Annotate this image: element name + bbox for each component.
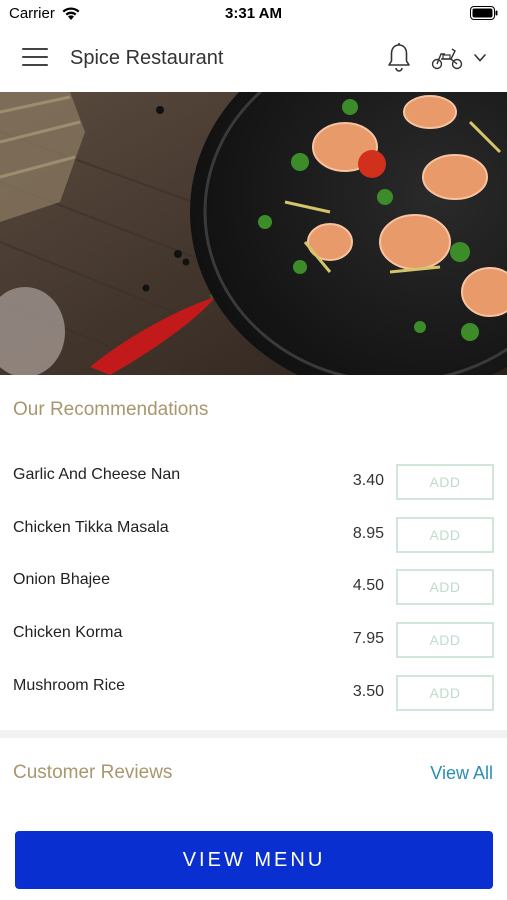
app-header: Spice Restaurant	[0, 28, 507, 92]
bell-icon[interactable]	[386, 42, 412, 74]
menu-item-row: Garlic And Cheese Nan 3.40 ADD	[0, 464, 507, 504]
battery-icon	[470, 6, 498, 20]
menu-item-price: 3.50	[352, 683, 384, 700]
hero-food-image	[0, 92, 507, 375]
menu-item-name: Chicken Korma	[13, 624, 123, 641]
add-to-cart-button[interactable]: ADD	[396, 517, 494, 553]
menu-item-price: 4.50	[352, 577, 384, 594]
hero-food-illustration	[0, 92, 507, 375]
menu-item-row: Mushroom Rice 3.50 ADD	[0, 675, 507, 715]
menu-item-name: Garlic And Cheese Nan	[13, 466, 181, 483]
menu-item-row: Chicken Korma 7.95 ADD	[0, 622, 507, 662]
scooter-icon[interactable]	[431, 45, 463, 71]
view-all-reviews-link[interactable]: View All	[430, 763, 493, 784]
menu-item-name: Onion Bhajee	[13, 571, 110, 588]
menu-item-row: Onion Bhajee 4.50 ADD	[0, 569, 507, 609]
menu-item-row: Chicken Tikka Masala 8.95 ADD	[0, 517, 507, 557]
customer-reviews-heading: Customer Reviews	[13, 762, 173, 783]
menu-item-name: Mushroom Rice	[13, 677, 126, 694]
menu-item-name: Chicken Tikka Masala	[13, 519, 169, 536]
menu-item-price: 8.95	[352, 525, 384, 542]
status-bar: Carrier 3:31 AM	[0, 0, 507, 28]
add-to-cart-button[interactable]: ADD	[396, 675, 494, 711]
view-menu-button[interactable]: VIEW MENU	[15, 831, 493, 889]
menu-item-price: 3.40	[352, 472, 384, 489]
recommendations-heading: Our Recommendations	[13, 399, 209, 420]
add-to-cart-button[interactable]: ADD	[396, 569, 494, 605]
chevron-down-icon[interactable]	[472, 52, 488, 64]
clock-time: 3:31 AM	[225, 5, 282, 22]
section-divider	[0, 730, 507, 738]
add-to-cart-button[interactable]: ADD	[396, 464, 494, 500]
add-to-cart-button[interactable]: ADD	[396, 622, 494, 658]
hamburger-menu-icon[interactable]	[22, 48, 48, 70]
menu-item-price: 7.95	[352, 630, 384, 647]
restaurant-title: Spice Restaurant	[70, 47, 224, 69]
